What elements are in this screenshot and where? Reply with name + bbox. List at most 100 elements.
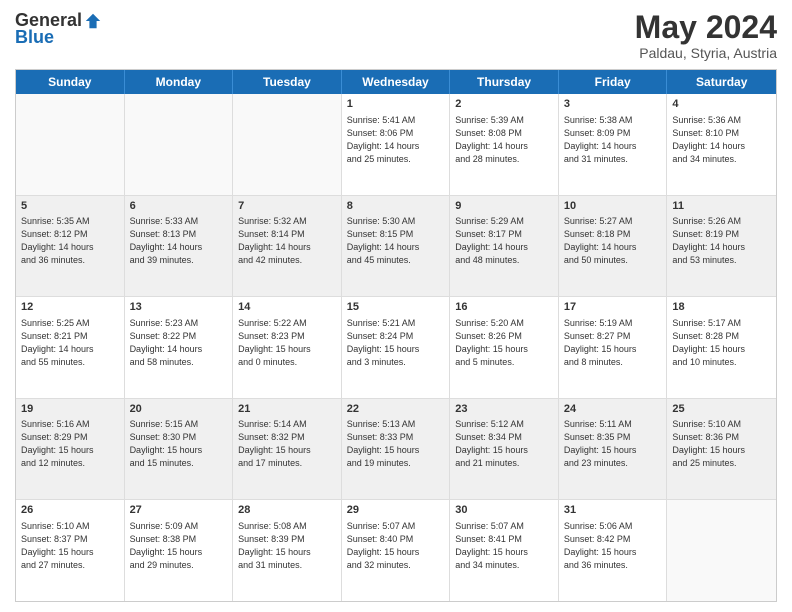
cell-info-14: Sunrise: 5:22 AM Sunset: 8:23 PM Dayligh… [238,317,336,369]
day-number-30: 30 [455,503,553,518]
cell-info-13: Sunrise: 5:23 AM Sunset: 8:22 PM Dayligh… [130,317,228,369]
header-friday: Friday [559,70,668,94]
cal-cell-week1-day4: 9Sunrise: 5:29 AM Sunset: 8:17 PM Daylig… [450,196,559,297]
cal-cell-week1-day2: 7Sunrise: 5:32 AM Sunset: 8:14 PM Daylig… [233,196,342,297]
day-number-18: 18 [672,300,771,315]
cal-cell-week3-day5: 24Sunrise: 5:11 AM Sunset: 8:35 PM Dayli… [559,399,668,500]
day-number-10: 10 [564,199,662,214]
cell-info-18: Sunrise: 5:17 AM Sunset: 8:28 PM Dayligh… [672,317,771,369]
header-sunday: Sunday [16,70,125,94]
cal-cell-week2-day2: 14 Sunrise: 5:22 AM Sunset: 8:23 PM Dayli… [233,297,342,398]
day-number-22: 22 [347,402,445,417]
day-number-29: 29 [347,503,445,518]
main-title: May 2024 [635,10,777,45]
cal-cell-week3-day1: 20Sunrise: 5:15 AM Sunset: 8:30 PM Dayli… [125,399,234,500]
cal-cell-week4-day6 [667,500,776,601]
logo-blue: Blue [15,27,54,48]
day-number-11: 11 [672,199,771,214]
cal-cell-week4-day4: 30 Sunrise: 5:07 AM Sunset: 8:41 PM Dayli… [450,500,559,601]
page: General Blue May 2024 Paldau, Styria, Au… [0,0,792,612]
header-tuesday: Tuesday [233,70,342,94]
calendar-row-3: 19Sunrise: 5:16 AM Sunset: 8:29 PM Dayli… [16,398,776,500]
cell-info-28: Sunrise: 5:08 AM Sunset: 8:39 PM Dayligh… [238,520,336,572]
cell-info-30: Sunrise: 5:07 AM Sunset: 8:41 PM Dayligh… [455,520,553,572]
day-number-25: 25 [672,402,771,417]
cal-cell-week0-day5: 3 Sunrise: 5:38 AM Sunset: 8:09 PM Daylig… [559,94,668,195]
cell-info-5: Sunrise: 5:35 AM Sunset: 8:12 PM Dayligh… [21,215,119,267]
day-number-9: 9 [455,199,553,214]
day-number-3: 3 [564,97,662,112]
cal-cell-week1-day1: 6Sunrise: 5:33 AM Sunset: 8:13 PM Daylig… [125,196,234,297]
cal-cell-week2-day0: 12 Sunrise: 5:25 AM Sunset: 8:21 PM Dayli… [16,297,125,398]
calendar-row-1: 5Sunrise: 5:35 AM Sunset: 8:12 PM Daylig… [16,195,776,297]
day-number-17: 17 [564,300,662,315]
day-number-2: 2 [455,97,553,112]
day-number-28: 28 [238,503,336,518]
header-saturday: Saturday [667,70,776,94]
cal-cell-week3-day4: 23Sunrise: 5:12 AM Sunset: 8:34 PM Dayli… [450,399,559,500]
cell-info-23: Sunrise: 5:12 AM Sunset: 8:34 PM Dayligh… [455,418,553,470]
cal-cell-week2-day4: 16Sunrise: 5:20 AM Sunset: 8:26 PM Dayli… [450,297,559,398]
title-block: May 2024 Paldau, Styria, Austria [635,10,777,61]
day-number-6: 6 [130,199,228,214]
cal-cell-week0-day3: 1Sunrise: 5:41 AM Sunset: 8:06 PM Daylig… [342,94,451,195]
cell-info-26: Sunrise: 5:10 AM Sunset: 8:37 PM Dayligh… [21,520,119,572]
cell-info-17: Sunrise: 5:19 AM Sunset: 8:27 PM Dayligh… [564,317,662,369]
calendar-row-2: 12 Sunrise: 5:25 AM Sunset: 8:21 PM Dayli… [16,296,776,398]
cal-cell-week0-day1 [125,94,234,195]
cell-info-29: Sunrise: 5:07 AM Sunset: 8:40 PM Dayligh… [347,520,445,572]
day-number-26: 26 [21,503,119,518]
day-number-21: 21 [238,402,336,417]
cal-cell-week3-day3: 22Sunrise: 5:13 AM Sunset: 8:33 PM Dayli… [342,399,451,500]
cal-cell-week2-day1: 13 Sunrise: 5:23 AM Sunset: 8:22 PM Dayli… [125,297,234,398]
cell-info-1: Sunrise: 5:41 AM Sunset: 8:06 PM Dayligh… [347,114,445,166]
day-number-13: 13 [130,300,228,315]
cal-cell-week4-day2: 28 Sunrise: 5:08 AM Sunset: 8:39 PM Dayli… [233,500,342,601]
cal-cell-week0-day6: 4 Sunrise: 5:36 AM Sunset: 8:10 PM Daylig… [667,94,776,195]
subtitle: Paldau, Styria, Austria [635,45,777,61]
day-number-12: 12 [21,300,119,315]
cell-info-21: Sunrise: 5:14 AM Sunset: 8:32 PM Dayligh… [238,418,336,470]
cal-cell-week1-day0: 5Sunrise: 5:35 AM Sunset: 8:12 PM Daylig… [16,196,125,297]
day-number-14: 14 [238,300,336,315]
day-number-19: 19 [21,402,119,417]
calendar-body: 1Sunrise: 5:41 AM Sunset: 8:06 PM Daylig… [16,94,776,601]
cal-cell-week0-day2 [233,94,342,195]
calendar-row-0: 1Sunrise: 5:41 AM Sunset: 8:06 PM Daylig… [16,94,776,195]
cell-info-2: Sunrise: 5:39 AM Sunset: 8:08 PM Dayligh… [455,114,553,166]
cal-cell-week0-day0 [16,94,125,195]
logo-icon [84,12,102,30]
day-number-24: 24 [564,402,662,417]
cal-cell-week3-day2: 21Sunrise: 5:14 AM Sunset: 8:32 PM Dayli… [233,399,342,500]
cell-info-25: Sunrise: 5:10 AM Sunset: 8:36 PM Dayligh… [672,418,771,470]
cell-info-24: Sunrise: 5:11 AM Sunset: 8:35 PM Dayligh… [564,418,662,470]
cal-cell-week2-day3: 15 Sunrise: 5:21 AM Sunset: 8:24 PM Dayli… [342,297,451,398]
cal-cell-week3-day0: 19Sunrise: 5:16 AM Sunset: 8:29 PM Dayli… [16,399,125,500]
cal-cell-week3-day6: 25Sunrise: 5:10 AM Sunset: 8:36 PM Dayli… [667,399,776,500]
cell-info-20: Sunrise: 5:15 AM Sunset: 8:30 PM Dayligh… [130,418,228,470]
cell-info-12: Sunrise: 5:25 AM Sunset: 8:21 PM Dayligh… [21,317,119,369]
day-number-31: 31 [564,503,662,518]
cell-info-31: Sunrise: 5:06 AM Sunset: 8:42 PM Dayligh… [564,520,662,572]
day-number-5: 5 [21,199,119,214]
day-number-27: 27 [130,503,228,518]
calendar-row-4: 26 Sunrise: 5:10 AM Sunset: 8:37 PM Dayli… [16,499,776,601]
day-number-8: 8 [347,199,445,214]
cal-cell-week2-day6: 18 Sunrise: 5:17 AM Sunset: 8:28 PM Dayli… [667,297,776,398]
day-number-4: 4 [672,97,771,112]
cal-cell-week4-day5: 31 Sunrise: 5:06 AM Sunset: 8:42 PM Dayli… [559,500,668,601]
cal-cell-week4-day3: 29 Sunrise: 5:07 AM Sunset: 8:40 PM Dayli… [342,500,451,601]
cell-info-19: Sunrise: 5:16 AM Sunset: 8:29 PM Dayligh… [21,418,119,470]
cell-info-15: Sunrise: 5:21 AM Sunset: 8:24 PM Dayligh… [347,317,445,369]
header-wednesday: Wednesday [342,70,451,94]
cal-cell-week0-day4: 2 Sunrise: 5:39 AM Sunset: 8:08 PM Daylig… [450,94,559,195]
day-number-15: 15 [347,300,445,315]
cell-info-11: Sunrise: 5:26 AM Sunset: 8:19 PM Dayligh… [672,215,771,267]
cal-cell-week4-day0: 26 Sunrise: 5:10 AM Sunset: 8:37 PM Dayli… [16,500,125,601]
day-number-20: 20 [130,402,228,417]
cell-info-4: Sunrise: 5:36 AM Sunset: 8:10 PM Dayligh… [672,114,771,166]
cell-info-9: Sunrise: 5:29 AM Sunset: 8:17 PM Dayligh… [455,215,553,267]
header: General Blue May 2024 Paldau, Styria, Au… [15,10,777,61]
cell-info-16: Sunrise: 5:20 AM Sunset: 8:26 PM Dayligh… [455,317,553,369]
cell-info-3: Sunrise: 5:38 AM Sunset: 8:09 PM Dayligh… [564,114,662,166]
